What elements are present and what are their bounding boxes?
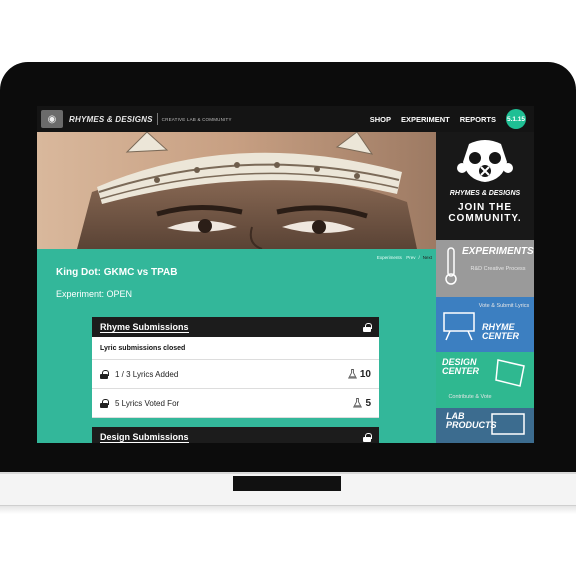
sidebar-item-experiments-sub: R&D Creative Process <box>470 266 526 272</box>
breadcrumb-next[interactable]: Next <box>423 255 432 260</box>
lock-icon <box>100 369 109 379</box>
lyrics-added-count: 10 <box>347 368 371 380</box>
header-divider <box>156 113 158 125</box>
list-item: 1 / 3 Lyrics Added 10 <box>92 360 379 389</box>
rhyme-submissions-title: Rhyme Submissions <box>100 321 189 333</box>
sidebar-item-rhyme-center-sub: Vote & Submit Lyrics <box>478 303 530 309</box>
sidebar-item-design-center-label: DESIGN CENTER <box>442 357 480 376</box>
brand-tagline: CREATIVE LAB & COMMUNITY <box>161 116 232 122</box>
experiment-status: Experiment: OPEN <box>56 289 133 299</box>
thermometer-icon <box>445 247 457 285</box>
design-submissions-card: Design Submissions <box>92 427 379 443</box>
list-item: 5 Lyrics Voted For 5 <box>92 389 379 418</box>
version-badge[interactable]: 5.1.15 <box>506 109 526 129</box>
top-nav-bar: ◉ RHYMES & DESIGNS CREATIVE LAB & COMMUN… <box>37 106 534 132</box>
rhyme-submissions-header[interactable]: Rhyme Submissions <box>92 317 379 337</box>
sidebar-item-experiments[interactable]: EXPERIMENTS R&D Creative Process <box>436 240 534 297</box>
sidebar-item-lab-products[interactable]: LAB PRODUCTS <box>436 408 534 443</box>
laptop-notch <box>233 476 341 491</box>
logo-icon[interactable]: ◉ <box>41 110 63 128</box>
submissions-closed-notice: Lyric submissions closed <box>92 337 379 360</box>
sidebar-brand: RHYMES & DESIGNS <box>449 190 521 197</box>
rhyme-submissions-card: Rhyme Submissions Lyric submissions clos… <box>92 317 379 418</box>
breadcrumb-prev[interactable]: Prev <box>406 255 415 260</box>
nav-experiment[interactable]: EXPERIMENT <box>401 115 450 124</box>
lyrics-added-value: 10 <box>359 368 371 380</box>
lock-icon <box>363 322 372 332</box>
lyrics-voted-value: 5 <box>365 397 371 409</box>
join-community-link[interactable]: JOIN THE COMMUNITY. <box>436 202 534 224</box>
sidebar: RHYMES & DESIGNS JOIN THE COMMUNITY. EXP… <box>436 132 534 443</box>
sidebar-item-design-center-sub: Contribute & Vote <box>448 394 492 400</box>
lyrics-voted-count: 5 <box>353 398 371 409</box>
sidebar-item-lab-products-label: LAB PRODUCTS <box>446 411 497 430</box>
easel-icon <box>443 312 475 341</box>
nav-shop[interactable]: SHOP <box>370 115 391 124</box>
hero-illustration <box>37 132 436 249</box>
lock-icon <box>100 398 109 408</box>
page: ◉ RHYMES & DESIGNS CREATIVE LAB & COMMUN… <box>0 0 576 576</box>
page-title: King Dot: GKMC vs TPAB <box>56 267 178 278</box>
sidebar-item-experiments-label: EXPERIMENTS <box>462 246 534 257</box>
breadcrumb-experiments[interactable]: Experiments <box>377 255 402 260</box>
sidebar-item-rhyme-center-label: RHYME CENTER <box>482 322 520 341</box>
gas-mask-logo-icon <box>457 140 513 182</box>
lyrics-added-label: 1 / 3 Lyrics Added <box>115 369 179 379</box>
lyrics-voted-label: 5 Lyrics Voted For <box>115 398 180 408</box>
portrait-illustration <box>37 132 436 249</box>
design-submissions-title: Design Submissions <box>100 431 189 443</box>
sidebar-item-rhyme-center[interactable]: Vote & Submit Lyrics RHYME CENTER <box>436 297 534 352</box>
nav-reports[interactable]: REPORTS <box>460 115 496 124</box>
sidebar-item-design-center[interactable]: DESIGN CENTER Contribute & Vote <box>436 352 534 408</box>
canvas-icon <box>495 359 525 387</box>
breadcrumb: Experiments Prev / Next <box>376 255 432 260</box>
design-submissions-header[interactable]: Design Submissions <box>92 427 379 443</box>
computer-icon <box>491 413 525 435</box>
laptop-shadow <box>0 506 576 514</box>
lock-icon <box>363 432 372 442</box>
flask-icon <box>347 369 357 379</box>
laptop-frame: ◉ RHYMES & DESIGNS CREATIVE LAB & COMMUN… <box>0 62 576 472</box>
sidebar-logo-block[interactable]: RHYMES & DESIGNS JOIN THE COMMUNITY. <box>436 132 534 240</box>
experiment-panel: Experiments Prev / Next King Dot: GKMC vs … <box>37 249 436 443</box>
laptop-screen: ◉ RHYMES & DESIGNS CREATIVE LAB & COMMUN… <box>37 106 534 443</box>
brand-logo-text[interactable]: RHYMES & DESIGNS <box>69 115 153 124</box>
main-nav: SHOP EXPERIMENT REPORTS 5.1.15 <box>370 109 526 129</box>
flask-icon <box>353 398 363 408</box>
